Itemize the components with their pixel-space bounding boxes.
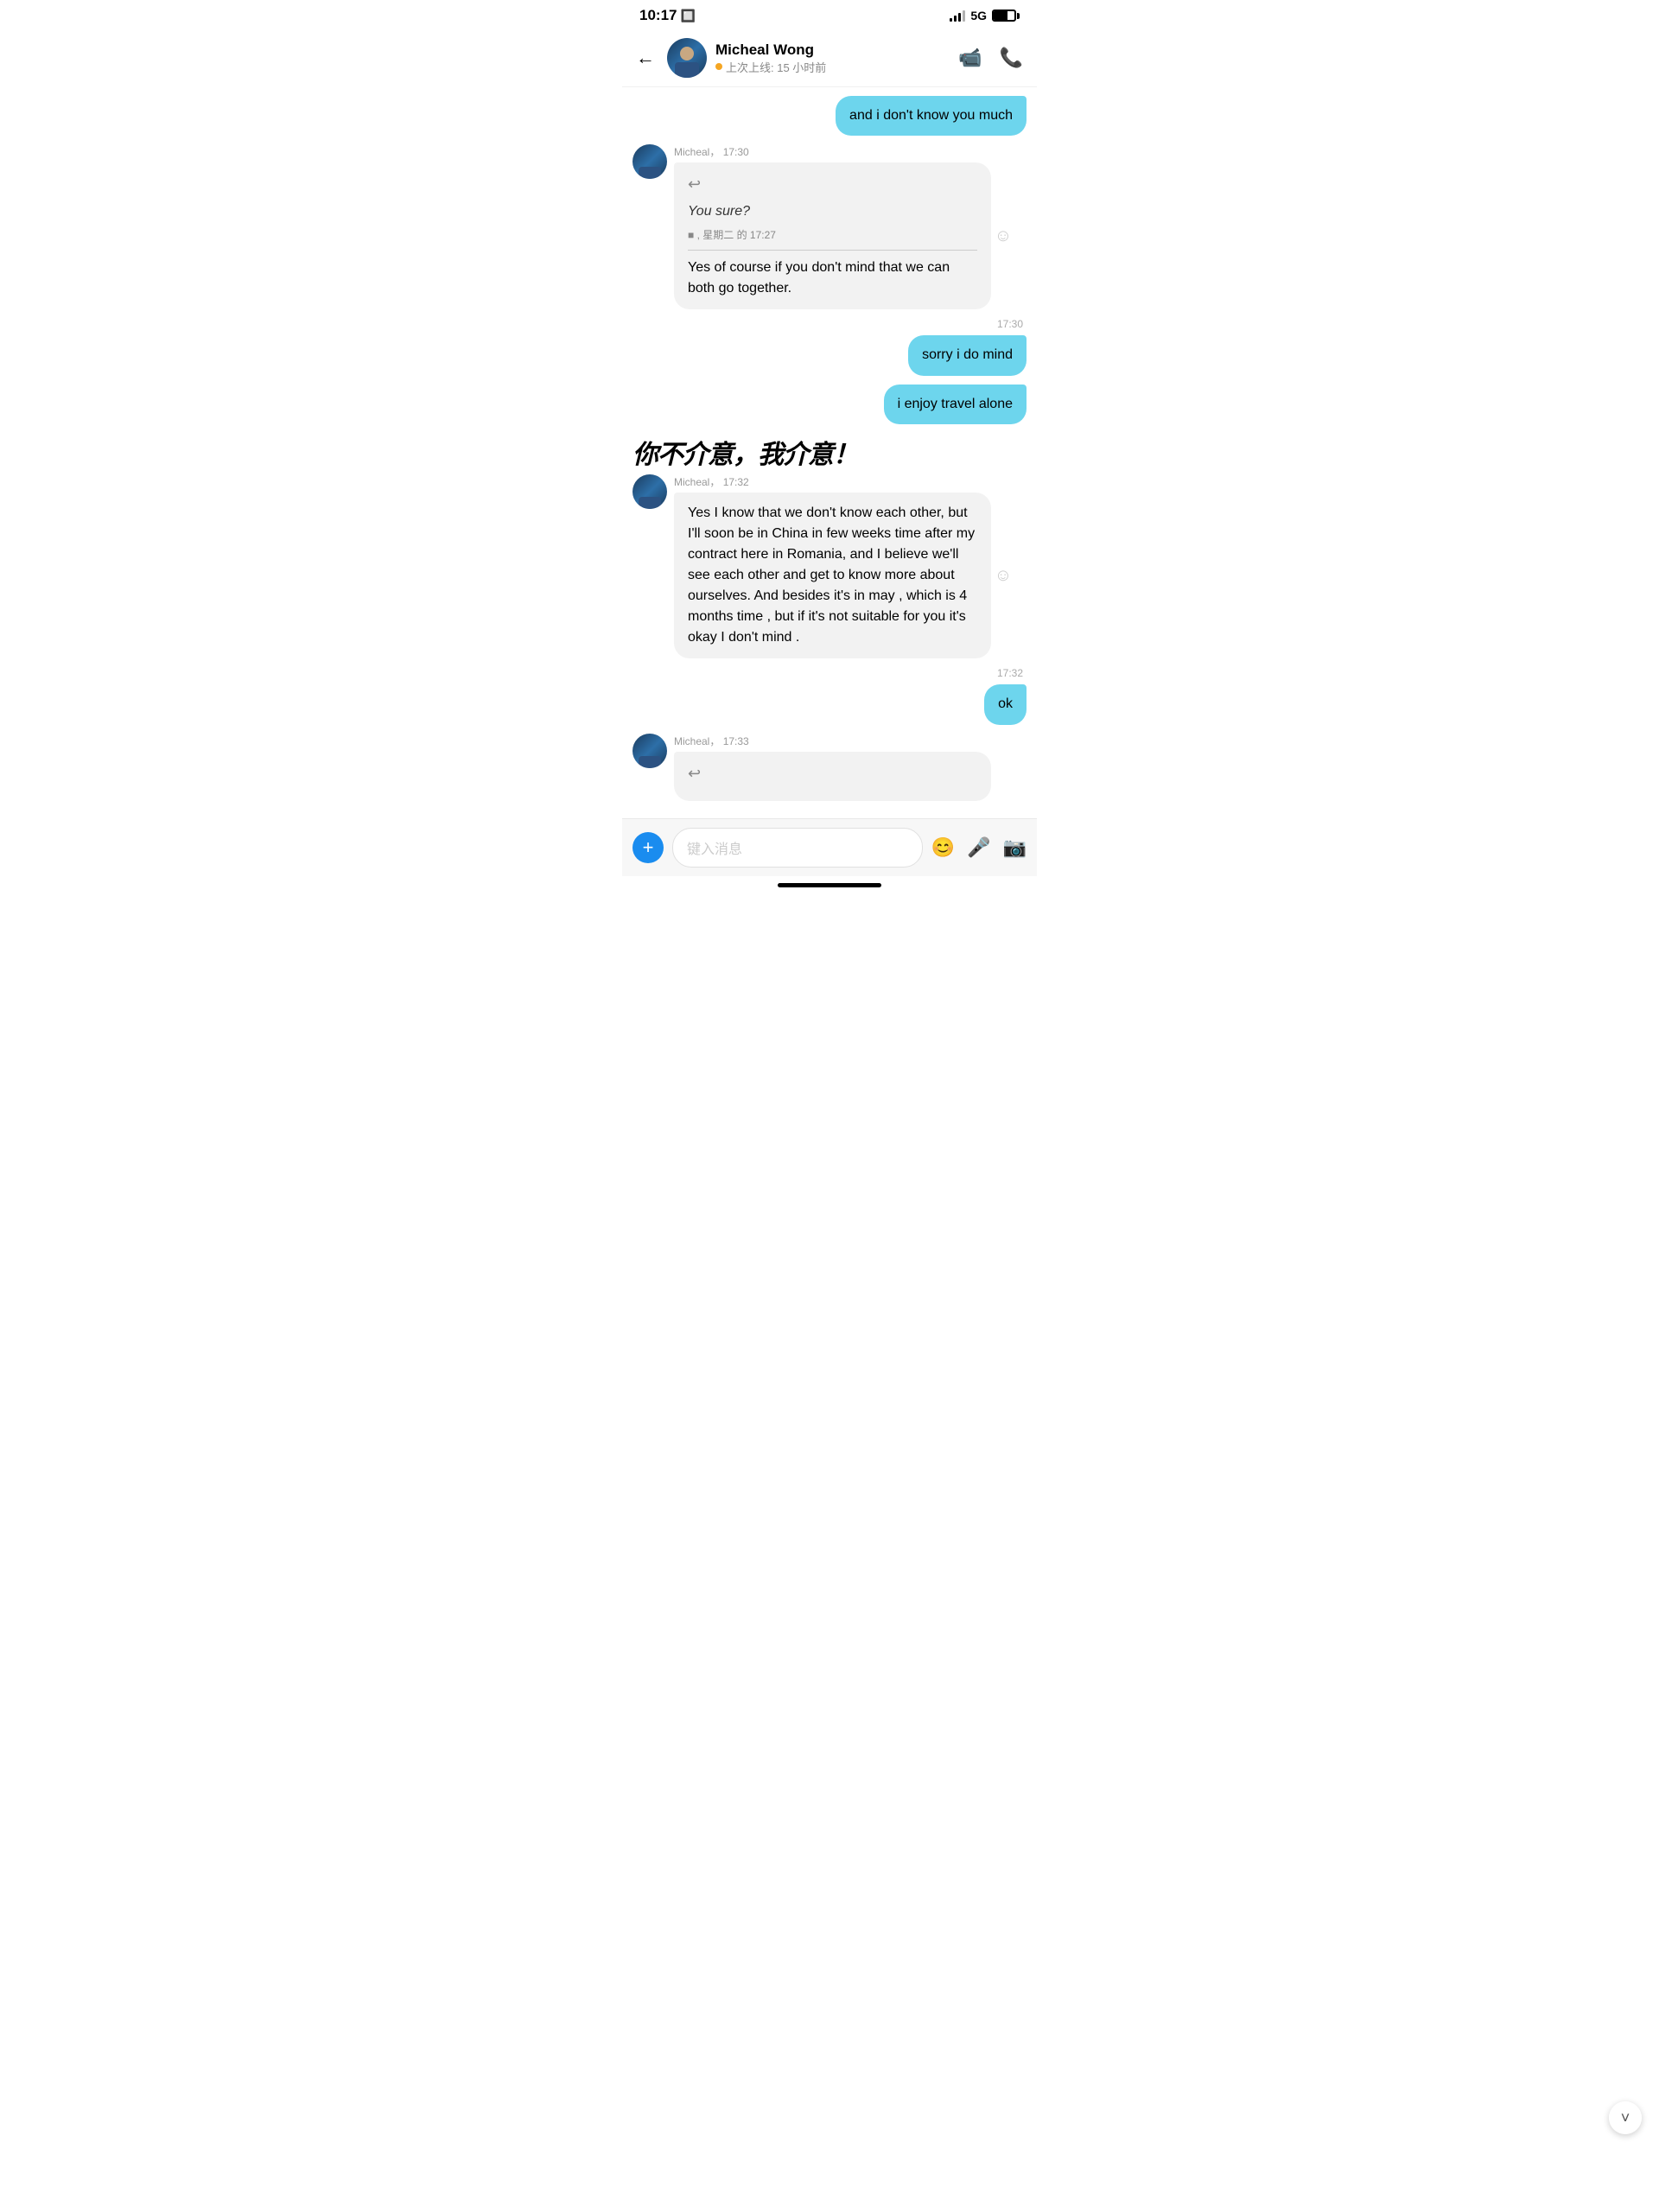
avatar-body xyxy=(675,62,699,78)
msg-time-3: 17:33 xyxy=(723,735,749,747)
bubble-received-1: ↩ You sure? ■ , 星期二 的 17:27 Yes of cours… xyxy=(674,162,991,309)
msg-avatar-2 xyxy=(632,474,667,509)
input-icons: 😊 🎤 📷 xyxy=(931,836,1027,859)
msg-content-1: Micheal， 17:30 ↩ You sure? ■ , 星期二 的 17:… xyxy=(674,144,1027,309)
message-received-2: Micheal， 17:32 Yes I know that we don't … xyxy=(632,474,1027,658)
sim-icon: 🔲 xyxy=(680,9,695,23)
last-seen-text: 上次上线: 15 小时前 xyxy=(726,59,826,75)
quote-italic-1: You sure? xyxy=(688,201,977,222)
msg-meta-1: Micheal， 17:30 xyxy=(674,144,1027,159)
emoji-reaction-2[interactable]: ☺ xyxy=(995,563,1012,588)
msg-content-2: Micheal， 17:32 Yes I know that we don't … xyxy=(674,474,1027,658)
msg-avatar-1 xyxy=(632,144,667,179)
message-input[interactable]: 键入消息 xyxy=(672,828,923,868)
home-indicator xyxy=(622,876,1037,893)
bubble-sent-1: and i don't know you much xyxy=(836,96,1027,136)
reply-arrow-2: ↩ xyxy=(688,762,977,785)
message-received-3: Micheal， 17:33 ↩ xyxy=(632,734,1027,801)
message-sent-3: i enjoy travel alone xyxy=(632,385,1027,424)
back-button[interactable]: ← xyxy=(636,47,655,69)
message-received-1: Micheal， 17:30 ↩ You sure? ■ , 星期二 的 17:… xyxy=(632,144,1027,309)
message-sent-4: ok xyxy=(632,684,1027,724)
chat-header: ← Micheal Wong 上次上线: 15 小时前 📹 📞 xyxy=(622,29,1037,87)
camera-icon[interactable]: 📷 xyxy=(1003,836,1027,859)
header-icons: 📹 📞 xyxy=(958,47,1023,69)
sender-name-3: Micheal xyxy=(674,735,709,747)
msg-avatar-3 xyxy=(632,734,667,768)
msg-avatar-body-3 xyxy=(639,756,661,768)
chat-wrapper: and i don't know you much Micheal， 17:30… xyxy=(622,87,1037,818)
timestamp-2: 17:32 xyxy=(632,667,1027,679)
bubble-sent-3: i enjoy travel alone xyxy=(884,385,1027,424)
msg-body-2: Yes I know that we don't know each other… xyxy=(688,505,975,645)
emoji-reaction-1[interactable]: ☺ xyxy=(995,223,1012,249)
message-sent-1: and i don't know you much xyxy=(632,96,1027,136)
msg-avatar-body-2 xyxy=(639,497,661,509)
status-bar: 10:17 🔲 5G xyxy=(622,0,1037,29)
contact-avatar xyxy=(667,38,707,78)
reply-arrow-icon: ↩ xyxy=(688,173,977,196)
chat-area: and i don't know you much Micheal， 17:30… xyxy=(622,87,1037,818)
home-bar xyxy=(778,883,881,887)
msg-body-1: Yes of course if you don't mind that we … xyxy=(688,257,977,299)
avatar-figure xyxy=(667,38,707,78)
bubble-received-3: ↩ xyxy=(674,752,991,801)
msg-meta-2: Micheal， 17:32 xyxy=(674,474,1027,489)
sender-name-2: Micheal xyxy=(674,476,709,488)
timestamp-1: 17:30 xyxy=(632,318,1027,330)
bubble-received-2: Yes I know that we don't know each other… xyxy=(674,493,991,658)
msg-avatar-body-1 xyxy=(639,167,661,179)
msg-meta-3: Micheal， 17:33 xyxy=(674,734,1027,748)
add-button[interactable]: + xyxy=(632,832,664,863)
contact-status: 上次上线: 15 小时前 xyxy=(715,59,950,75)
emoji-input-icon[interactable]: 😊 xyxy=(931,836,955,859)
bubble-sent-4: ok xyxy=(984,684,1027,724)
video-call-icon[interactable]: 📹 xyxy=(958,47,982,69)
voice-call-icon[interactable]: 📞 xyxy=(1000,47,1023,69)
sender-name-1: Micheal xyxy=(674,146,709,158)
msg-time-2: 17:32 xyxy=(723,476,749,488)
msg-time-1: 17:30 xyxy=(723,146,749,158)
message-sent-2: sorry i do mind xyxy=(632,335,1027,375)
avatar-head xyxy=(680,47,694,60)
scroll-down-button[interactable]: ˅ xyxy=(1609,2101,1642,2134)
quote-divider xyxy=(688,250,977,251)
signal-icon xyxy=(950,10,965,22)
msg-content-3: Micheal， 17:33 ↩ xyxy=(674,734,1027,801)
time-display: 10:17 xyxy=(639,7,677,24)
microphone-icon[interactable]: 🎤 xyxy=(967,836,990,859)
status-right: 5G xyxy=(950,9,1020,22)
battery-icon xyxy=(992,10,1020,22)
contact-info: Micheal Wong 上次上线: 15 小时前 xyxy=(715,41,950,75)
bubble-sent-2: sorry i do mind xyxy=(908,335,1027,375)
status-time: 10:17 🔲 xyxy=(639,7,696,24)
online-status-dot xyxy=(715,63,722,70)
input-placeholder: 键入消息 xyxy=(687,842,742,857)
overlay-text: 你不介意，我介意！ xyxy=(632,433,1027,471)
input-bar: + 键入消息 😊 🎤 📷 xyxy=(622,818,1037,876)
network-type: 5G xyxy=(970,9,987,22)
contact-name: Micheal Wong xyxy=(715,41,950,59)
quote-meta-1: ■ , 星期二 的 17:27 xyxy=(688,227,977,243)
